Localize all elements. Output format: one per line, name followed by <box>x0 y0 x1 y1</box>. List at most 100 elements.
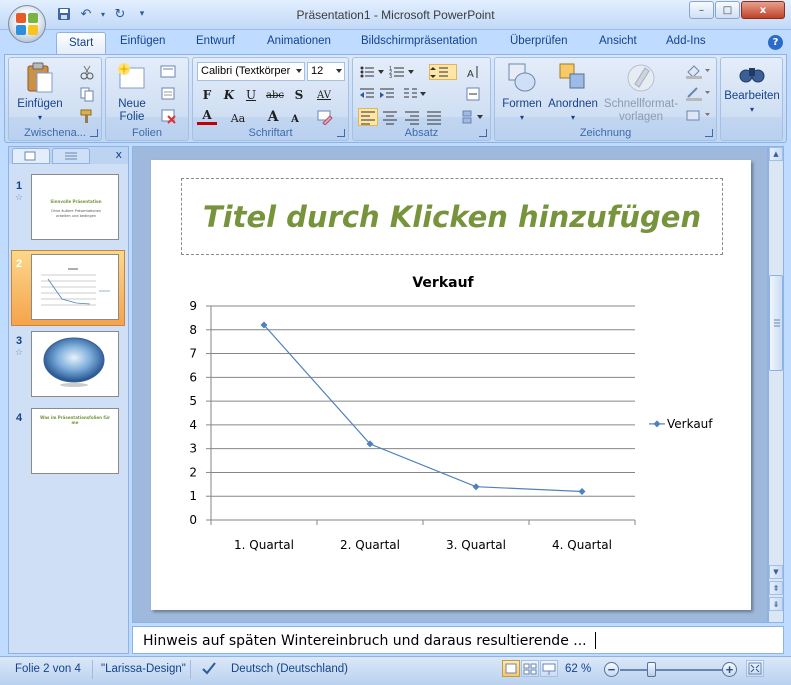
font-size-combo[interactable]: 12 <box>307 62 345 81</box>
tab-ueberpruefen[interactable]: Überprüfen <box>510 35 568 47</box>
notes-pane[interactable]: Hinweis auf späten Wintereinbruch und da… <box>132 626 784 654</box>
strikethrough-button[interactable]: abc <box>263 85 287 105</box>
format-painter-icon[interactable] <box>79 108 95 124</box>
align-text-icon[interactable] <box>465 86 481 102</box>
font-launcher-icon[interactable] <box>337 129 345 137</box>
layout-icon[interactable] <box>160 64 176 80</box>
shrink-font-button[interactable]: A <box>285 109 305 129</box>
zoom-level[interactable]: 62 % <box>560 661 596 678</box>
shapes-button[interactable]: Formen ▾ <box>499 62 545 124</box>
status-bar: Folie 2 von 4 "Larissa-Design" Deutsch (… <box>0 656 791 685</box>
zoom-in-button[interactable]: + <box>722 662 737 677</box>
align-right-icon[interactable] <box>403 109 421 125</box>
increase-indent-icon[interactable] <box>379 86 395 102</box>
line-spacing-icon[interactable] <box>429 64 457 80</box>
slide-show-icon[interactable] <box>540 660 558 677</box>
shape-fill-icon[interactable] <box>685 63 711 79</box>
paragraph-launcher-icon[interactable] <box>479 129 487 137</box>
editing-button[interactable]: Bearbeiten ▾ <box>723 68 781 116</box>
title-placeholder[interactable]: Titel durch Klicken hinzufügen <box>181 178 723 255</box>
tab-start[interactable]: Start <box>56 32 107 55</box>
outline-tab[interactable] <box>52 148 90 164</box>
underline-button[interactable]: U <box>241 85 261 105</box>
new-slide-label-1: Neue <box>118 98 146 110</box>
bold-button[interactable]: F <box>197 85 217 105</box>
delete-slide-icon[interactable] <box>160 108 176 124</box>
fit-to-window-icon[interactable] <box>746 660 764 677</box>
slides-tab[interactable] <box>12 148 50 164</box>
align-left-icon[interactable] <box>358 108 378 126</box>
paste-button[interactable]: Einfügen ▾ <box>12 62 68 124</box>
group-font: Calibri (Textkörper 12 F K U abc S AV A … <box>192 57 349 141</box>
slide-1-animation-icon: ☆ <box>15 193 24 203</box>
tab-animationen[interactable]: Animationen <box>267 35 331 47</box>
scroll-thumb[interactable] <box>769 275 783 371</box>
tab-ansicht[interactable]: Ansicht <box>599 35 637 47</box>
character-spacing-button[interactable]: AV <box>311 85 337 105</box>
zoom-slider-thumb[interactable] <box>647 662 656 677</box>
reset-slide-icon[interactable] <box>160 86 176 102</box>
group-editing: Bearbeiten ▾ <box>720 57 783 141</box>
slide-sorter-icon[interactable] <box>521 660 539 677</box>
zoom-slider-track[interactable] <box>620 669 728 671</box>
text-direction-icon[interactable]: A <box>465 64 481 80</box>
clear-formatting-icon[interactable] <box>317 109 333 126</box>
slide-1-title: Sinnvolle Präsentation <box>50 199 102 204</box>
italic-button[interactable]: K <box>219 85 239 105</box>
shape-outline-icon[interactable] <box>685 85 711 101</box>
quick-styles-label-1: Schnellformat- <box>603 98 679 110</box>
slide-canvas[interactable]: Titel durch Klicken hinzufügen Verkauf 0 1… <box>151 160 751 610</box>
office-button[interactable] <box>8 5 46 43</box>
decrease-indent-icon[interactable] <box>359 86 375 102</box>
shadow-button[interactable]: S <box>289 85 309 105</box>
arrange-button[interactable]: Anordnen ▾ <box>547 62 599 124</box>
tab-einfuegen[interactable]: Einfügen <box>120 35 165 47</box>
numbering-icon[interactable]: 123 <box>389 64 415 80</box>
scroll-up-icon[interactable]: ▲ <box>769 147 783 161</box>
svg-text:A: A <box>467 69 474 80</box>
previous-slide-icon[interactable]: ⇞ <box>769 581 783 595</box>
drawing-launcher-icon[interactable] <box>705 129 713 137</box>
copy-icon[interactable] <box>79 86 95 102</box>
cut-icon[interactable] <box>79 64 95 80</box>
spelling-check-icon[interactable] <box>196 661 218 678</box>
ribbon-tabs: Start Einfügen Entwurf Animationen Bilds… <box>0 30 791 55</box>
normal-view-icon[interactable] <box>502 660 520 677</box>
language-indicator[interactable]: Deutsch (Deutschland) <box>226 661 353 678</box>
y-tick-label: 1 <box>189 489 197 503</box>
slide-thumbnail-1[interactable]: Sinnvolle Präsentation Ohne äußere Präse… <box>31 174 119 240</box>
vertical-scrollbar[interactable]: ▲ ▼ ⇞ ⇟ <box>768 146 784 623</box>
slide-thumbnail-3[interactable] <box>31 331 119 397</box>
next-slide-icon[interactable]: ⇟ <box>769 597 783 611</box>
columns-icon[interactable] <box>403 86 427 102</box>
sales-chart[interactable]: Verkauf 0 1 2 3 4 5 6 7 8 9 1. Quartal 2. Quartal 3. … <box>151 260 751 570</box>
font-color-button[interactable]: A <box>197 107 217 125</box>
bullets-icon[interactable] <box>359 64 385 80</box>
new-slide-button[interactable]: Neue Folie <box>110 62 154 124</box>
quick-styles-button[interactable]: Schnellformat- vorlagen <box>601 62 681 124</box>
shape-effects-icon[interactable] <box>685 107 711 123</box>
change-case-button[interactable]: Aa <box>223 108 253 128</box>
tab-entwurf[interactable]: Entwurf <box>196 35 235 47</box>
maximize-button[interactable]: □ <box>715 1 740 19</box>
slide-editing-area: Titel durch Klicken hinzufügen Verkauf 0 1… <box>132 146 768 623</box>
font-name-combo[interactable]: Calibri (Textkörper <box>197 62 305 81</box>
close-button[interactable]: x <box>741 1 785 19</box>
grow-font-button[interactable]: A <box>263 107 283 127</box>
slide-thumbnail-2[interactable] <box>31 254 119 320</box>
tab-bildschirmpraesentation[interactable]: Bildschirmpräsentation <box>361 35 477 47</box>
slide-thumbnail-4[interactable]: Was im Präsentationsfolien für me <box>31 408 119 474</box>
justify-icon[interactable] <box>425 109 443 125</box>
window-title: Präsentation1 - Microsoft PowerPoint <box>296 8 495 22</box>
zoom-out-button[interactable]: − <box>604 662 619 677</box>
group-clipboard: Einfügen ▾ Zwischena... <box>8 57 102 141</box>
clipboard-launcher-icon[interactable] <box>90 129 98 137</box>
close-pane-icon[interactable]: x <box>115 148 122 161</box>
scroll-down-icon[interactable]: ▼ <box>769 565 783 579</box>
tab-add-ins[interactable]: Add-Ins <box>666 35 706 47</box>
smartart-icon[interactable] <box>461 109 485 125</box>
align-center-icon[interactable] <box>381 109 399 125</box>
help-icon[interactable]: ? <box>768 35 783 50</box>
minimize-button[interactable]: – <box>689 1 714 19</box>
notes-text[interactable]: Hinweis auf späten Wintereinbruch und da… <box>143 633 587 649</box>
